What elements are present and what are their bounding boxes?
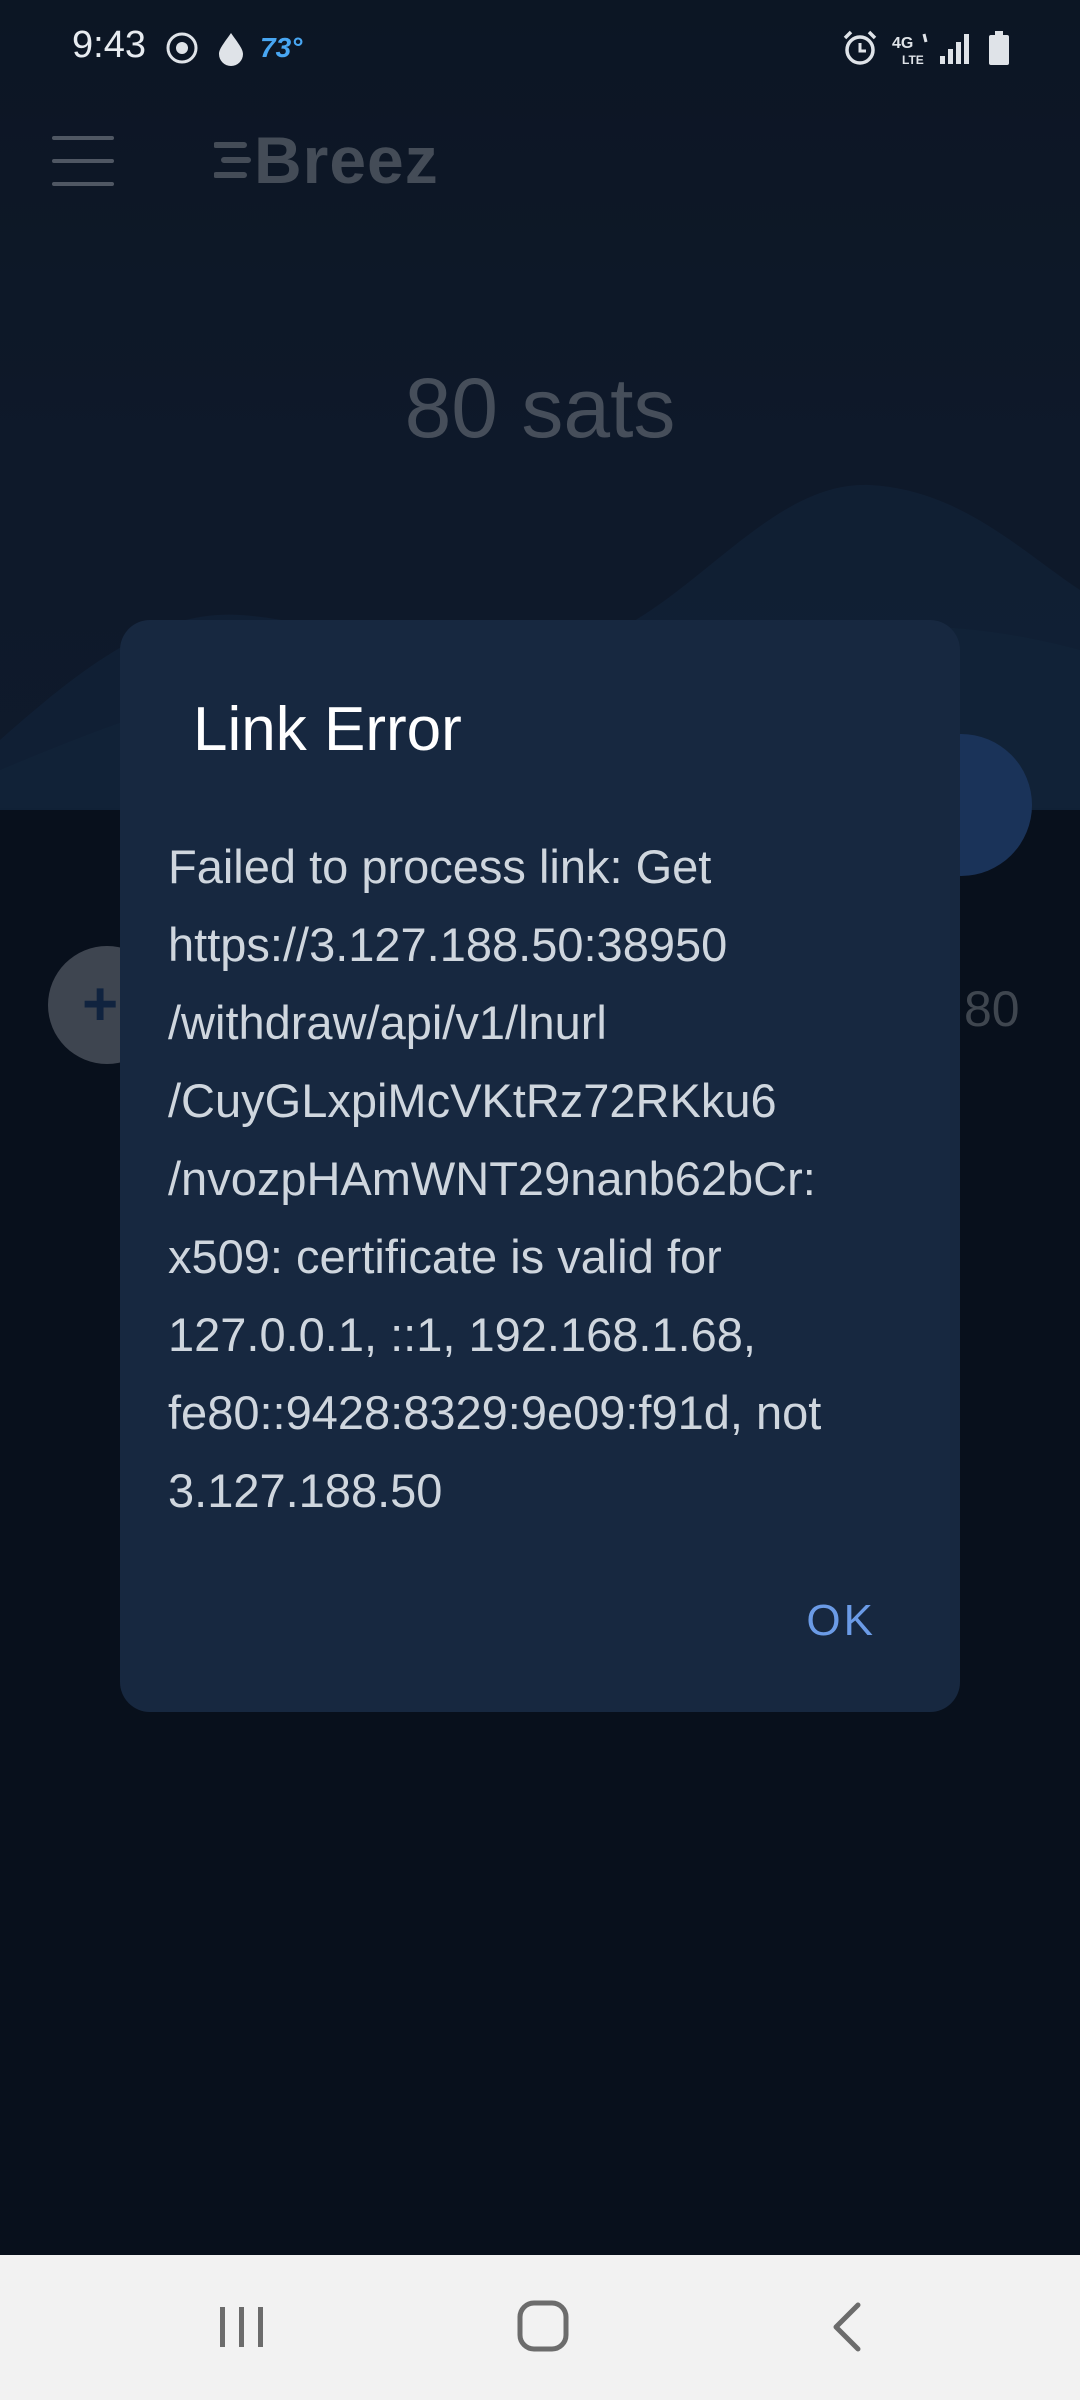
status-bar: 9:43 73° 4G LTE	[0, 0, 1080, 100]
dialog-message: Failed to process link: Get https://3.12…	[168, 840, 822, 1517]
recents-icon[interactable]	[216, 2303, 268, 2351]
status-time: 9:43	[72, 24, 146, 66]
signal-icon	[940, 34, 969, 64]
battery-icon	[989, 31, 1009, 65]
drop-icon	[219, 33, 243, 66]
back-icon[interactable]	[826, 2299, 866, 2355]
ok-button[interactable]: OK	[806, 1588, 876, 1654]
alarm-icon	[843, 30, 877, 65]
link-error-dialog: Link Error Failed to process link: Get h…	[120, 620, 960, 1712]
status-temperature: 73°	[260, 32, 303, 63]
svg-text:LTE: LTE	[902, 53, 924, 67]
svg-text:4G: 4G	[892, 35, 913, 52]
navigation-bar	[0, 2255, 1080, 2400]
screen: 9:43 73° 4G LTE Breez 80 sats + 80 Link …	[0, 0, 1080, 2400]
home-icon[interactable]	[516, 2299, 570, 2353]
weather-icon	[166, 32, 198, 64]
lte-icon: 4G LTE	[892, 33, 928, 67]
dialog-title: Link Error	[193, 695, 462, 764]
